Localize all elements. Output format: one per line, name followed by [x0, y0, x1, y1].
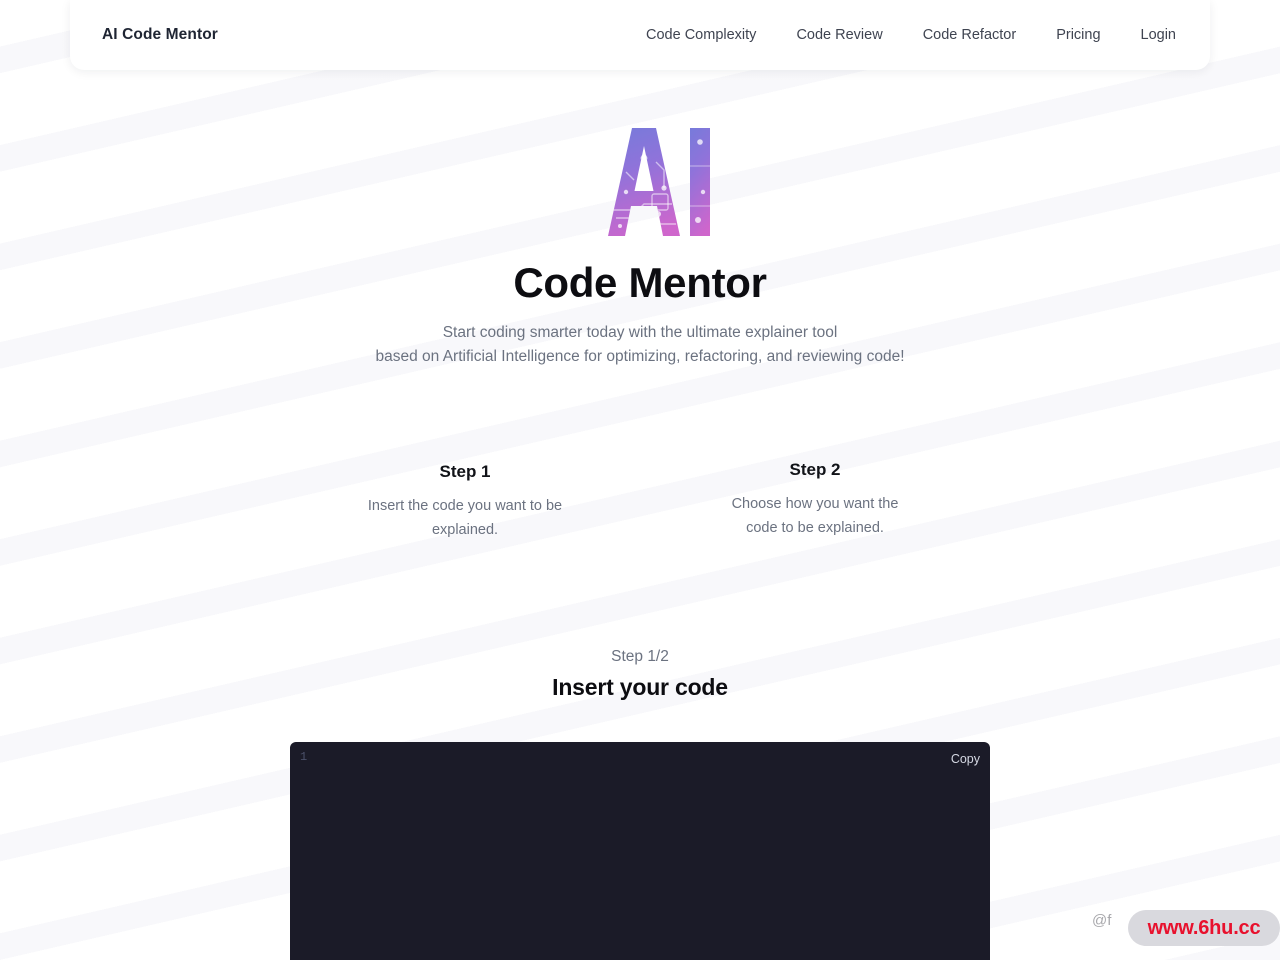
step-card-1: Step 1 Insert the code you want to be ex… — [350, 462, 580, 542]
brand-logo-text[interactable]: AI Code Mentor — [102, 26, 218, 44]
hero-subtitle: Start coding smarter today with the ulti… — [0, 321, 1280, 369]
copy-button[interactable]: Copy — [947, 750, 984, 768]
page-title: Code Mentor — [513, 259, 767, 306]
hero-subtitle-line-2: based on Artificial Intelligence for opt… — [375, 348, 905, 366]
step-2-title: Step 2 — [789, 460, 841, 479]
nav-link-code-refactor[interactable]: Code Refactor — [923, 27, 1017, 43]
step-card-2: Step 2 Choose how you want the code to b… — [700, 460, 930, 542]
step-1-description-line-2: explained. — [431, 522, 499, 538]
editor-header-section: Step 1/2 Insert your code — [0, 648, 1280, 701]
step-1-description-line-1: Insert the code you want to be — [367, 498, 563, 514]
code-editor[interactable]: 1 Copy — [290, 742, 990, 960]
code-line-number: 1 — [300, 750, 308, 764]
nav-link-login[interactable]: Login — [1141, 27, 1176, 43]
step-1-title: Step 1 — [439, 462, 491, 481]
nav-link-code-review[interactable]: Code Review — [796, 27, 882, 43]
steps-section: Step 1 Insert the code you want to be ex… — [0, 460, 1280, 542]
code-input[interactable] — [320, 748, 930, 960]
step-counter: Step 1/2 — [611, 648, 669, 665]
step-1-description: Insert the code you want to be explained… — [350, 494, 580, 542]
ai-circuit-logo-icon — [608, 128, 710, 236]
hero-section: Code Mentor Start coding smarter today w… — [0, 118, 1280, 369]
editor-heading: Insert your code — [552, 674, 728, 700]
step-2-description: Choose how you want the code to be expla… — [700, 492, 930, 540]
watermark-badge: www.6hu.cc — [1128, 910, 1280, 946]
site-header: AI Code Mentor Code Complexity Code Revi… — [70, 0, 1210, 70]
hero-subtitle-line-1: Start coding smarter today with the ulti… — [442, 324, 838, 342]
nav-link-pricing[interactable]: Pricing — [1056, 27, 1100, 43]
step-2-description-line-1: Choose how you want the — [731, 496, 899, 512]
main-navigation: Code Complexity Code Review Code Refacto… — [646, 27, 1176, 43]
step-2-description-line-2: code to be explained. — [746, 520, 884, 536]
header-card: AI Code Mentor Code Complexity Code Revi… — [70, 0, 1210, 70]
nav-link-code-complexity[interactable]: Code Complexity — [646, 27, 756, 43]
watermark-handle: @f — [1092, 912, 1112, 929]
watermark-badge-text: www.6hu.cc — [1147, 916, 1261, 939]
